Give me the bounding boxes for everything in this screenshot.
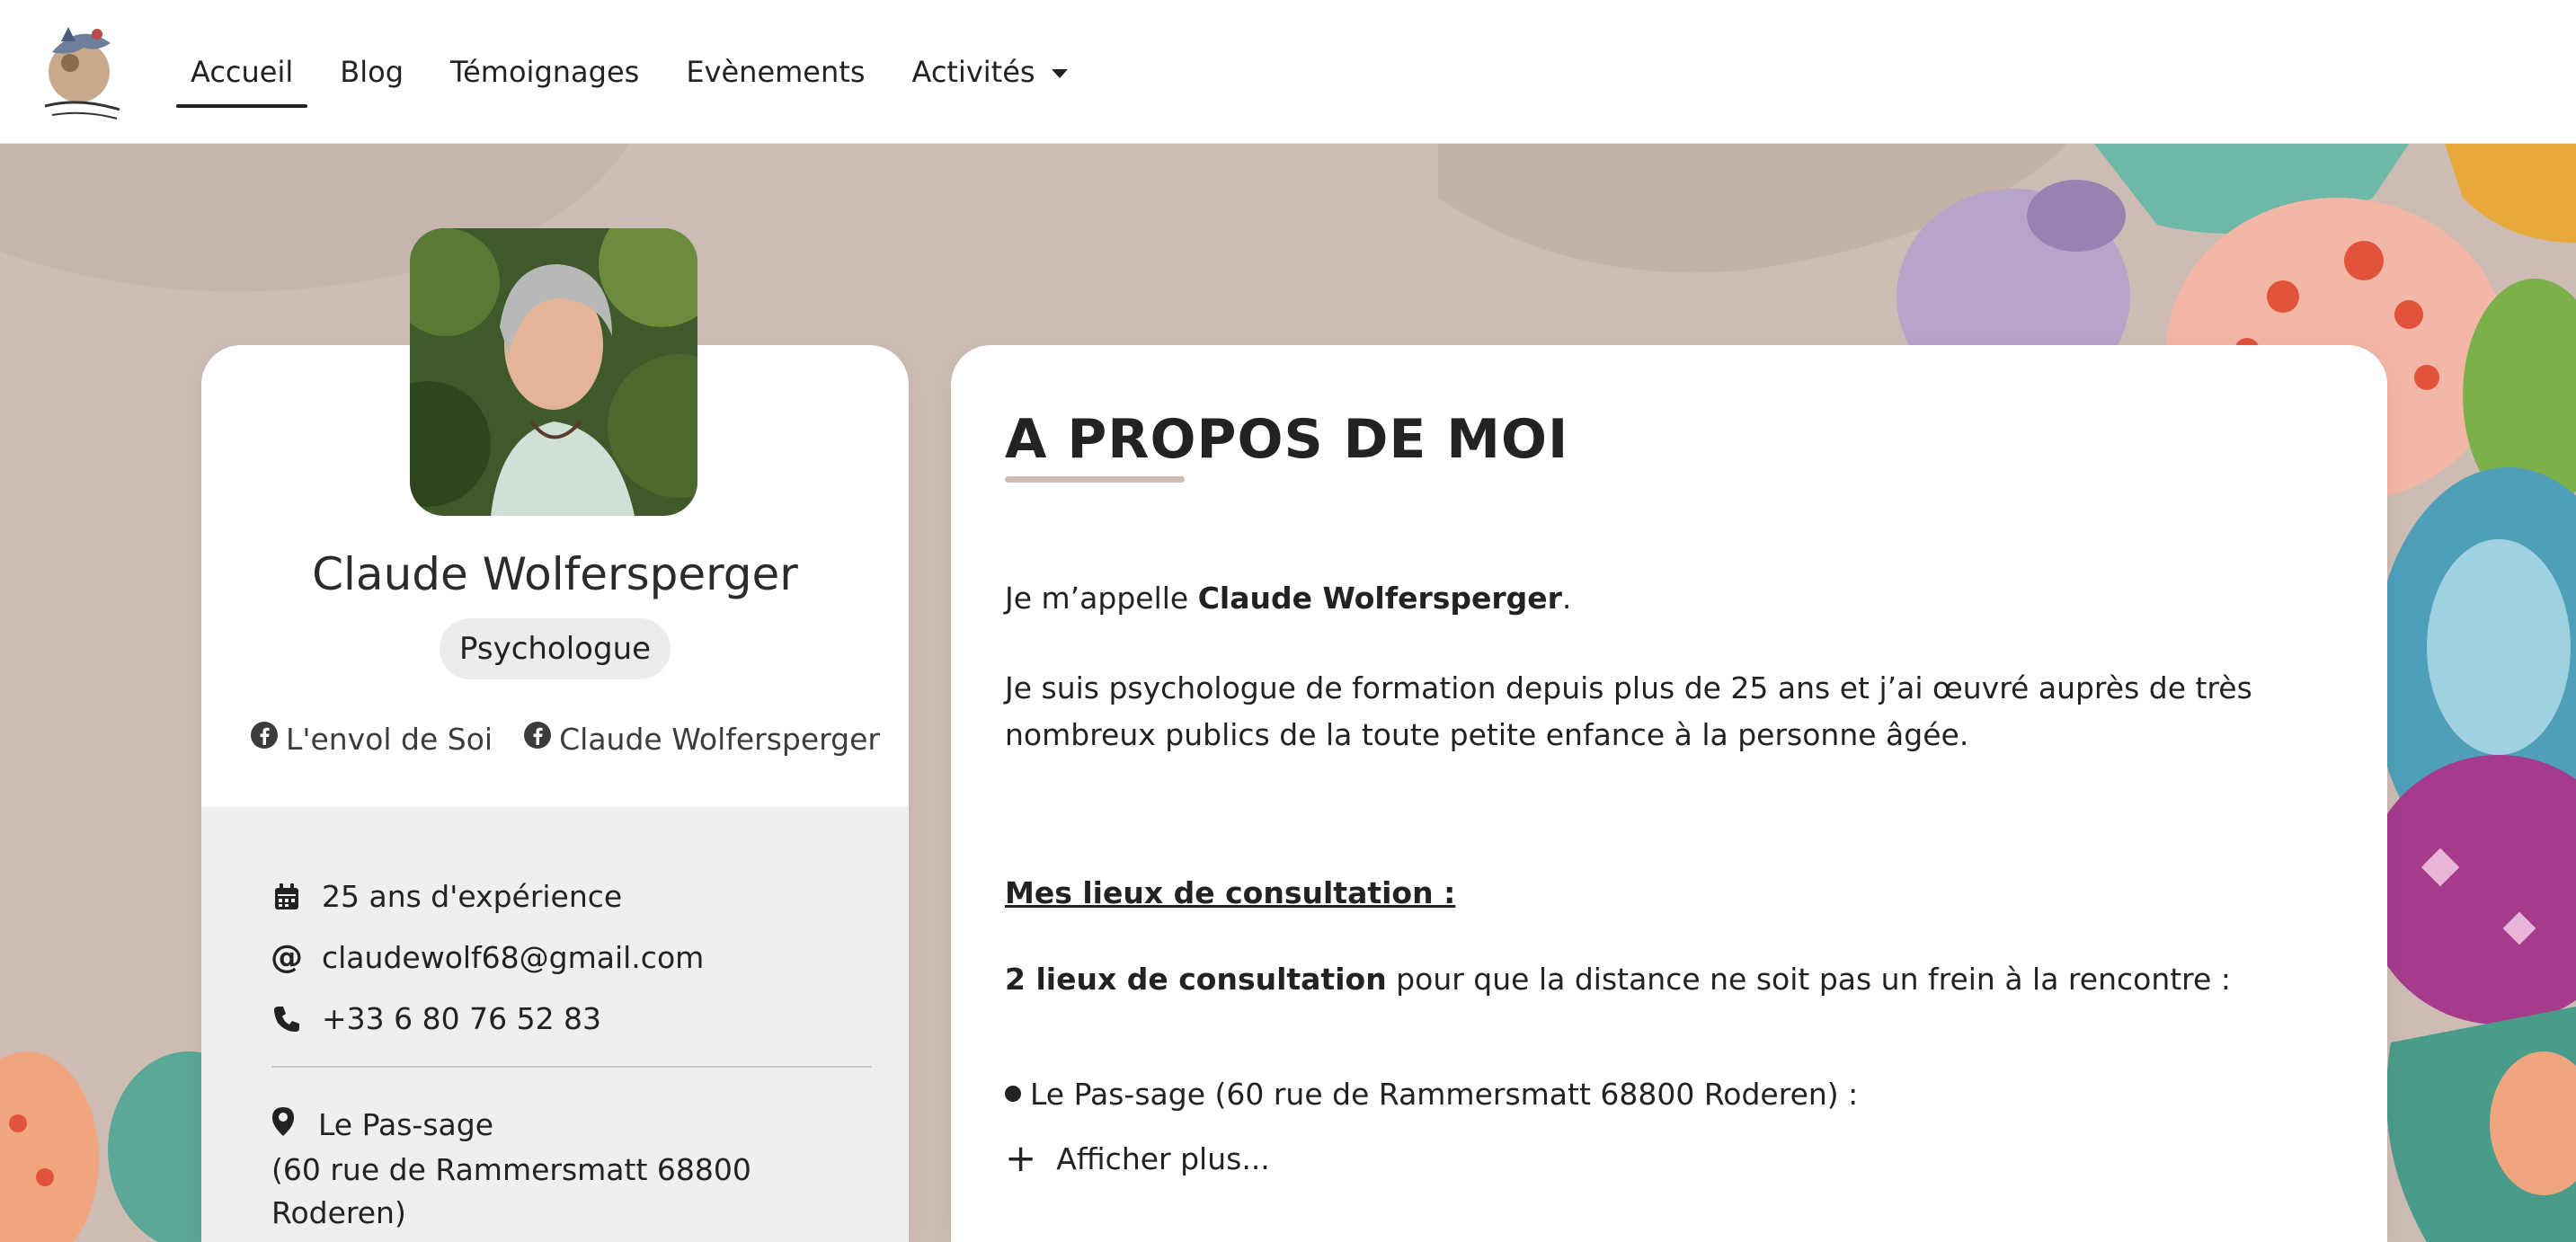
nav-evenements-label: Evènements xyxy=(686,55,866,89)
about-title: A PROPOS DE MOI xyxy=(1005,408,1569,471)
nav-blog[interactable]: Blog xyxy=(325,0,418,144)
role-badge: Psychologue xyxy=(439,618,671,679)
site-logo[interactable] xyxy=(34,16,129,126)
facebook-icon xyxy=(250,721,279,757)
map-pin-icon xyxy=(271,1105,298,1149)
main-nav: Accueil Blog Témoignages Evènements Acti… xyxy=(176,0,1100,144)
contact-info: 25 ans d'expérience @ claudewolf68@gmail… xyxy=(201,807,909,1242)
experience-row: 25 ans d'expérience xyxy=(271,879,622,914)
places-bold: 2 lieux de consultation xyxy=(1005,962,1387,997)
nav-accueil[interactable]: Accueil xyxy=(176,0,308,144)
places-heading: Mes lieux de consultation : xyxy=(1005,870,2317,917)
title-underline xyxy=(1005,476,1185,483)
social-link-envol[interactable]: L'envol de Soi xyxy=(250,721,493,757)
email-link[interactable]: claudewolf68@gmail.com xyxy=(322,940,704,975)
phone-icon xyxy=(271,1004,302,1034)
place-1-text: Le Pas-sage (60 rue de Rammersmatt 68800… xyxy=(1030,1077,1859,1112)
calendar-icon xyxy=(271,882,302,912)
social-link-label: Claude Wolfersperger xyxy=(559,721,880,757)
intro-prefix: Je m’appelle xyxy=(1005,581,1198,616)
nav-accueil-label: Accueil xyxy=(191,55,294,89)
bullet-icon xyxy=(1005,1085,1021,1102)
places-heading-text: Mes lieux de consultation : xyxy=(1005,875,1456,910)
info-divider xyxy=(271,1066,872,1068)
place-list-item: Le Pas-sage (60 rue de Rammersmatt 68800… xyxy=(1005,1071,2317,1118)
location-name: Le Pas-sage xyxy=(318,1107,494,1142)
nav-activites[interactable]: Activités xyxy=(897,0,1081,144)
show-more-button[interactable]: + Afficher plus... xyxy=(1005,1140,1270,1177)
intro-suffix: . xyxy=(1561,581,1572,616)
places-paragraph: 2 lieux de consultation pour que la dist… xyxy=(1005,956,2317,1003)
social-link-claude[interactable]: Claude Wolfersperger xyxy=(523,721,880,757)
nav-temoignages[interactable]: Témoignages xyxy=(436,0,653,144)
nav-evenements[interactable]: Evènements xyxy=(671,0,879,144)
location-address: (60 rue de Rammersmatt 68800 Roderen) xyxy=(271,1151,751,1230)
places-rest: pour que la distance ne soit pas un frei… xyxy=(1386,962,2231,997)
facebook-icon xyxy=(523,721,552,757)
chevron-down-icon xyxy=(1051,69,1068,78)
bio-paragraph: Je suis psychologue de formation depuis … xyxy=(1005,670,2252,752)
nav-temoignages-label: Témoignages xyxy=(450,55,640,89)
at-icon: @ xyxy=(271,939,303,976)
intro-paragraph: Je m’appelle Claude Wolfersperger. xyxy=(1005,575,2317,622)
location-block: Le Pas-sage (60 rue de Rammersmatt 68800… xyxy=(271,1104,775,1235)
site-header: Accueil Blog Témoignages Evènements Acti… xyxy=(0,0,2576,144)
show-more-label: Afficher plus... xyxy=(1056,1140,1270,1176)
nav-blog-label: Blog xyxy=(340,55,404,89)
nav-activites-label: Activités xyxy=(911,55,1035,89)
social-link-label: L'envol de Soi xyxy=(286,721,493,757)
profile-name: Claude Wolfersperger xyxy=(312,548,798,600)
social-links: L'envol de Soi Claude Wolfersperger xyxy=(250,721,880,757)
experience-text: 25 ans d'expérience xyxy=(322,879,623,914)
intro-name: Claude Wolfersperger xyxy=(1197,581,1562,616)
about-card: A PROPOS DE MOI Je m’appelle Claude Wolf… xyxy=(951,345,2387,1242)
plus-icon: + xyxy=(1005,1136,1037,1180)
profile-photo xyxy=(410,228,697,516)
phone-row: +33 6 80 76 52 83 xyxy=(271,1001,601,1036)
email-row: @ claudewolf68@gmail.com xyxy=(271,939,704,976)
phone-link[interactable]: +33 6 80 76 52 83 xyxy=(322,1001,601,1036)
